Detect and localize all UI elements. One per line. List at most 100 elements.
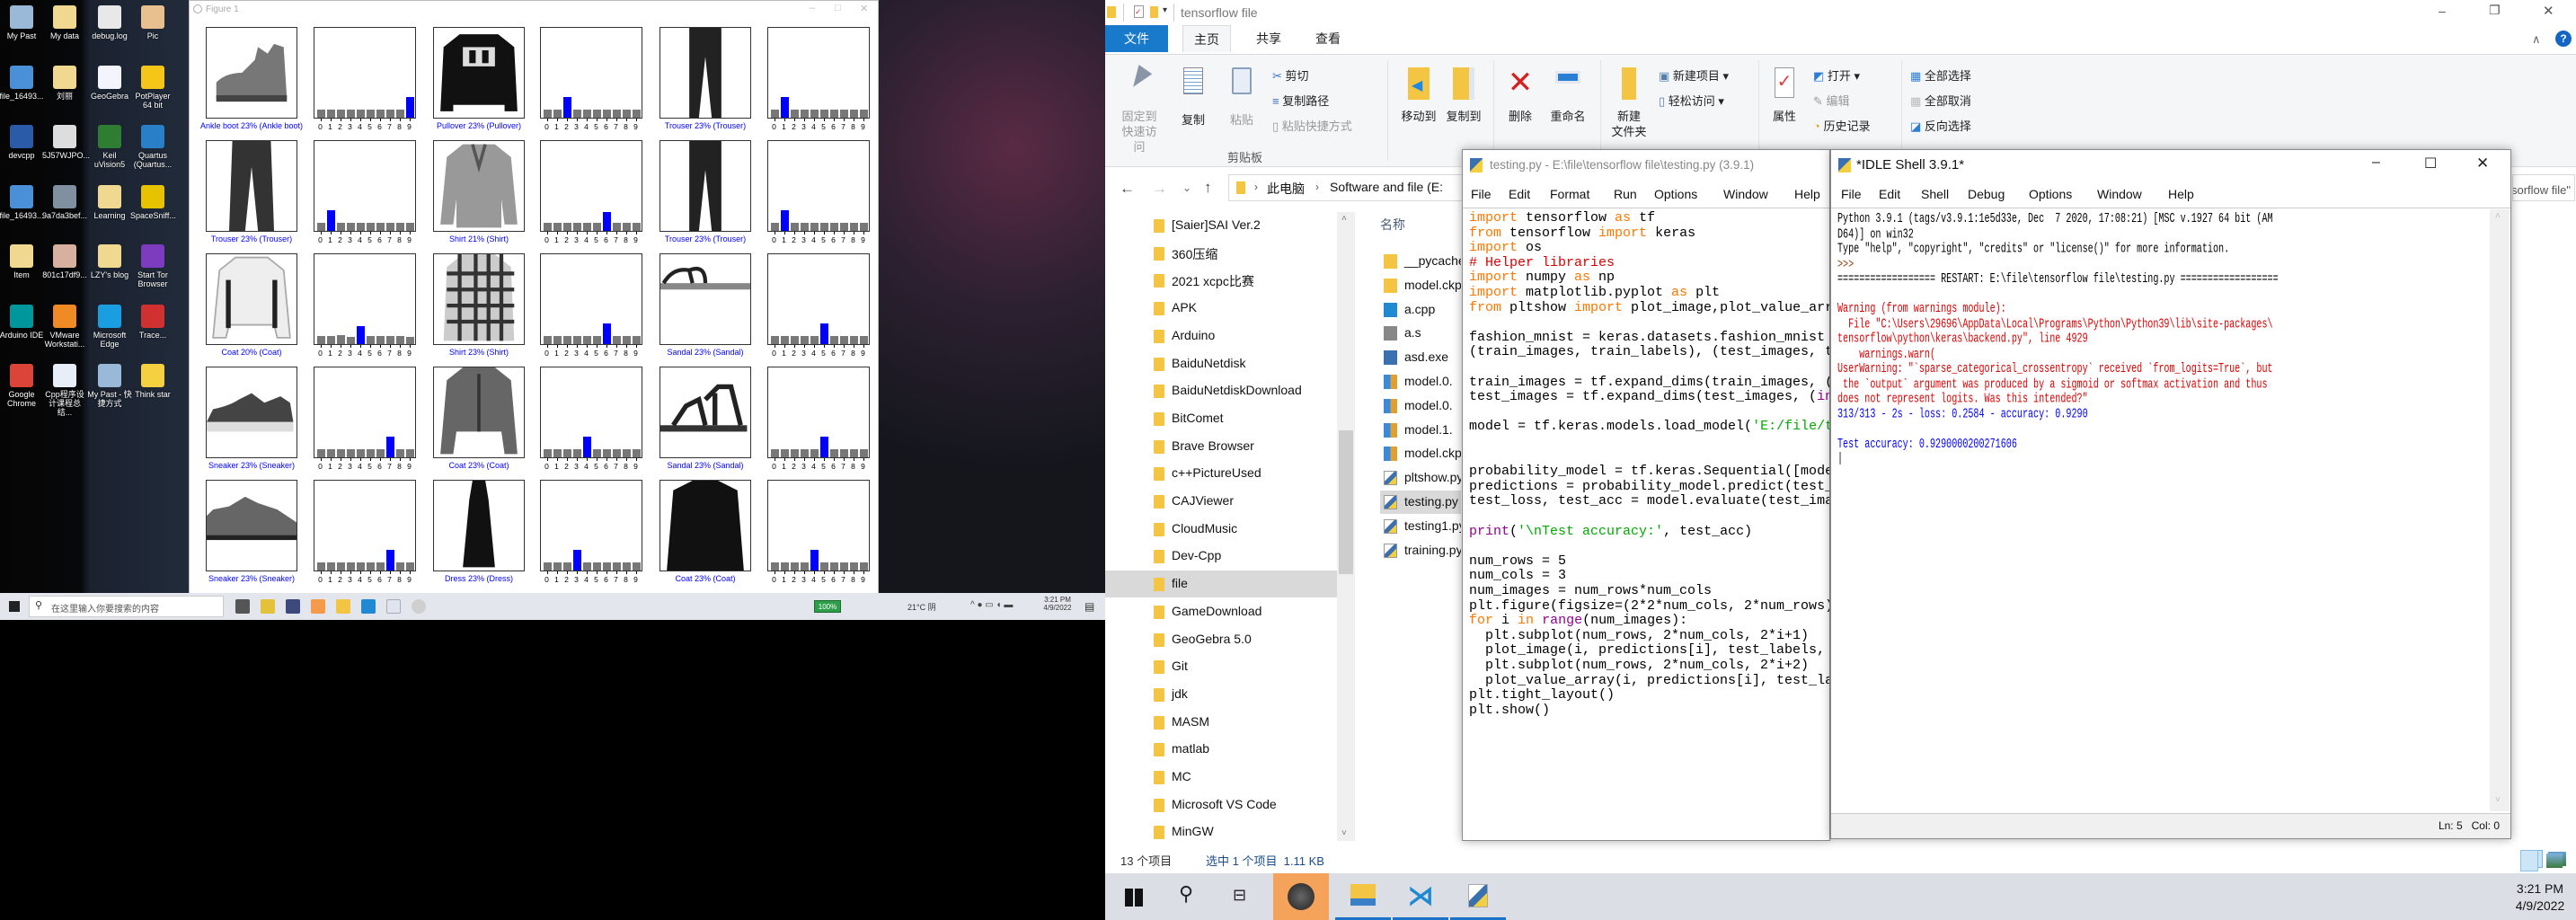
app-icon[interactable]: [261, 599, 275, 614]
image-icon[interactable]: [2546, 854, 2563, 868]
code-editor[interactable]: import tensorflow as tf from tensorflow i…: [1463, 209, 1829, 838]
search-icon[interactable]: ⚲: [1179, 882, 1193, 906]
desktop-icon[interactable]: Learning: [87, 184, 132, 220]
file-item[interactable]: model.1.: [1380, 419, 1461, 442]
left-clock[interactable]: 3:21 PM 4/9/2022: [1035, 596, 1080, 612]
desktop-icon[interactable]: My Past - 快捷方式: [87, 364, 132, 408]
file-explorer-icon[interactable]: [336, 599, 350, 614]
nav-item-folder[interactable]: c++PictureUsed: [1105, 460, 1337, 487]
file-item[interactable]: pltshow.py: [1380, 466, 1461, 490]
desktop-icon[interactable]: debug.log: [87, 5, 132, 40]
desktop-icon[interactable]: My data: [42, 5, 87, 40]
desktop-icon[interactable]: GeoGebra: [87, 65, 132, 101]
task-view-icon[interactable]: ⊟: [1233, 886, 1246, 905]
tab-home[interactable]: 主页: [1182, 25, 1231, 52]
nav-item-folder[interactable]: MC: [1105, 764, 1337, 791]
open-button[interactable]: ◩ 打开 ▾: [1813, 66, 1860, 84]
nav-item-folder[interactable]: 360压缩: [1105, 240, 1337, 267]
weather-widget[interactable]: 21°C 阴: [907, 601, 936, 613]
nav-item-folder[interactable]: MinGW: [1105, 818, 1337, 845]
tray-icons[interactable]: ^ ● ▭ ◖ ▬: [970, 600, 1013, 610]
close-button[interactable]: ✕: [860, 3, 868, 14]
nav-item-folder[interactable]: CloudMusic: [1105, 516, 1337, 543]
new-folder-quick-icon[interactable]: [1150, 6, 1158, 18]
menu-help[interactable]: Help: [1794, 187, 1820, 201]
file-item[interactable]: model.0.: [1380, 370, 1461, 394]
easy-access-button[interactable]: ▯ 轻松访问 ▾: [1659, 92, 1724, 109]
menu-edit[interactable]: Edit: [1509, 187, 1530, 201]
desktop-icon[interactable]: Pic: [130, 5, 175, 40]
file-item[interactable]: model.0.: [1380, 394, 1461, 418]
desktop-icon[interactable]: Keil uVision5: [87, 125, 132, 169]
delete-button[interactable]: ✕ 删除: [1502, 66, 1538, 124]
taskbar-python-idle[interactable]: [1450, 873, 1506, 920]
menu-options[interactable]: Options: [1654, 187, 1697, 201]
close-button[interactable]: ✕: [2543, 3, 2554, 19]
nav-item-folder[interactable]: Microsoft VS Code: [1105, 792, 1337, 818]
file-item[interactable]: testing.py: [1380, 491, 1461, 514]
windows-start-icon[interactable]: [9, 601, 20, 612]
desktop-icon[interactable]: file_16493...: [0, 184, 44, 220]
file-item[interactable]: model.ckpt: [1380, 442, 1461, 465]
menu-debug[interactable]: Debug: [1968, 187, 2005, 201]
desktop-icon[interactable]: 9a7da3bef...: [42, 184, 87, 220]
edit-button[interactable]: ✎ 编辑: [1813, 92, 1850, 109]
maximize-button[interactable]: ☐: [2424, 155, 2437, 172]
desktop-icon[interactable]: Start Tor Browser: [130, 244, 175, 288]
nav-item-folder[interactable]: matlab: [1105, 736, 1337, 763]
up-button[interactable]: ↑: [1204, 179, 1212, 197]
task-view-icon[interactable]: [235, 599, 250, 614]
scroll-up-icon[interactable]: ˄: [2495, 211, 2501, 221]
file-item[interactable]: asd.exe: [1380, 346, 1461, 369]
breadcrumb-this-pc[interactable]: 此电脑: [1267, 180, 1305, 198]
desktop-icon[interactable]: My Past: [0, 5, 44, 40]
app-icon[interactable]: [286, 599, 300, 614]
nav-item-folder[interactable]: Dev-Cpp: [1105, 543, 1337, 570]
menu-shell[interactable]: Shell: [1921, 187, 1949, 201]
select-none-button[interactable]: ▦ 全部取消: [1910, 92, 1971, 109]
menu-window[interactable]: Window: [1723, 187, 1768, 201]
desktop-icon[interactable]: SpaceSniff...: [130, 184, 176, 220]
paste-button[interactable]: 粘贴: [1226, 67, 1258, 128]
taskbar-file-explorer[interactable]: [1335, 873, 1391, 920]
forward-button[interactable]: →: [1152, 180, 1167, 198]
copy-path-button[interactable]: ≡ 复制路径: [1272, 92, 1329, 109]
nav-item-folder[interactable]: [Saier]SAI Ver.2: [1105, 212, 1337, 239]
document-icon[interactable]: [2520, 850, 2538, 871]
desktop-icon[interactable]: file_16493...: [0, 65, 44, 101]
copy-to-button[interactable]: 复制到: [1443, 67, 1484, 124]
new-folder-button[interactable]: 新建 文件夹: [1608, 67, 1650, 139]
taskbar-search-box[interactable]: ⚲ 在这里输入你要搜索的内容: [29, 596, 224, 617]
minimize-button[interactable]: –: [2372, 155, 2380, 171]
desktop-icon[interactable]: Think star: [130, 364, 175, 399]
scroll-up-icon[interactable]: ˄: [1341, 214, 1347, 224]
menu-file[interactable]: File: [1841, 187, 1862, 201]
matplotlib-icon[interactable]: [412, 599, 426, 614]
desktop-icon[interactable]: Item: [0, 244, 44, 279]
collapse-ribbon-icon[interactable]: ∧: [2532, 32, 2541, 47]
notification-icon[interactable]: ▤: [1084, 600, 1094, 613]
menu-format[interactable]: Format: [1550, 187, 1589, 201]
file-item[interactable]: __pycache__: [1380, 250, 1461, 273]
desktop-icon[interactable]: PotPlayer 64 bit: [130, 65, 175, 110]
python-idle-icon[interactable]: [386, 599, 401, 614]
nav-item-folder[interactable]: GameDownload: [1105, 598, 1337, 625]
nav-item-folder[interactable]: GeoGebra 5.0: [1105, 626, 1337, 653]
paste-shortcut-button[interactable]: ▯ 粘贴快捷方式: [1272, 117, 1352, 134]
history-button[interactable]: ◔ 历史记录: [1813, 117, 1871, 134]
vscode-icon[interactable]: [361, 599, 376, 614]
tab-file[interactable]: 文件: [1105, 25, 1168, 52]
rename-button[interactable]: 重命名: [1545, 67, 1590, 124]
move-to-button[interactable]: ◀ 移动到: [1398, 67, 1439, 124]
nav-item-folder[interactable]: Arduino: [1105, 323, 1337, 349]
file-item[interactable]: testing1.py: [1380, 515, 1461, 538]
nav-item-folder[interactable]: Git: [1105, 653, 1337, 680]
recent-locations-button[interactable]: ⌄: [1182, 181, 1191, 194]
nav-item-folder[interactable]: BitComet: [1105, 405, 1337, 432]
close-button[interactable]: ✕: [2476, 155, 2489, 172]
restore-button[interactable]: ❐: [2489, 3, 2501, 18]
desktop-icon[interactable]: devcpp: [0, 125, 44, 160]
menu-edit[interactable]: Edit: [1879, 187, 1900, 201]
desktop-icon[interactable]: VMware Workstati...: [42, 304, 87, 349]
desktop-icon[interactable]: 5J57WJPO...: [42, 125, 90, 160]
